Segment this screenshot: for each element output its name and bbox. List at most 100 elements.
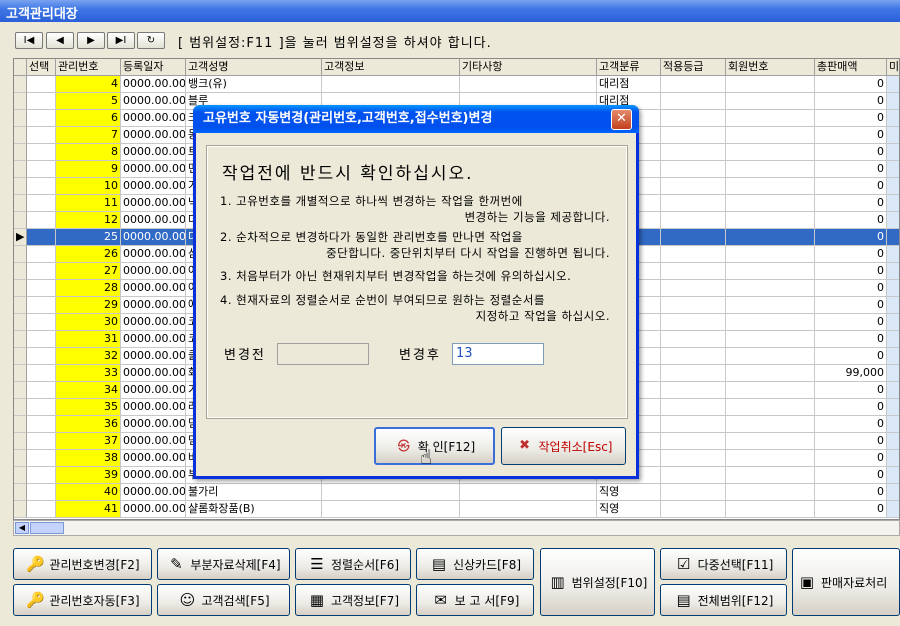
cell-next-col[interactable] xyxy=(887,433,899,450)
cell-member-no[interactable] xyxy=(726,365,815,382)
cell-grade[interactable] xyxy=(661,365,726,382)
cell-select[interactable] xyxy=(27,127,56,144)
header-mgmt-no[interactable]: 관리번호 xyxy=(56,59,121,76)
horizontal-scrollbar[interactable]: ◀ xyxy=(13,520,900,536)
cell-member-no[interactable] xyxy=(726,450,815,467)
cell-reg-date[interactable]: 0000.00.00 xyxy=(121,365,186,382)
cell-member-no[interactable] xyxy=(726,314,815,331)
cell-grade[interactable] xyxy=(661,280,726,297)
cell-grade[interactable] xyxy=(661,110,726,127)
credit-card-button[interactable]: ▤ 신상카드[F8] xyxy=(416,548,534,580)
cell-total-sales[interactable]: 0 xyxy=(815,382,887,399)
cell-notes[interactable] xyxy=(460,76,597,93)
row-indicator[interactable] xyxy=(14,433,27,450)
cell-member-no[interactable] xyxy=(726,110,815,127)
cell-select[interactable] xyxy=(27,433,56,450)
cell-mgmt-no[interactable]: 26 xyxy=(56,246,121,263)
cell-select[interactable] xyxy=(27,280,56,297)
cell-select[interactable] xyxy=(27,450,56,467)
cell-next-col[interactable] xyxy=(887,76,899,93)
row-indicator[interactable] xyxy=(14,365,27,382)
cell-reg-date[interactable]: 0000.00.00 xyxy=(121,382,186,399)
cell-total-sales[interactable]: 0 xyxy=(815,144,887,161)
cell-select[interactable] xyxy=(27,484,56,501)
row-indicator[interactable] xyxy=(14,161,27,178)
cell-reg-date[interactable]: 0000.00.00 xyxy=(121,127,186,144)
cell-total-sales[interactable]: 0 xyxy=(815,314,887,331)
cell-grade[interactable] xyxy=(661,399,726,416)
all-range-button[interactable]: ▤ 전체범위[F12] xyxy=(660,584,787,616)
cell-mgmt-no[interactable]: 35 xyxy=(56,399,121,416)
cell-next-col[interactable] xyxy=(887,246,899,263)
cell-member-no[interactable] xyxy=(726,297,815,314)
header-member-no[interactable]: 회원번호 xyxy=(726,59,815,76)
cell-select[interactable] xyxy=(27,467,56,484)
cell-total-sales[interactable]: 0 xyxy=(815,280,887,297)
cell-member-no[interactable] xyxy=(726,484,815,501)
cell-mgmt-no[interactable]: 25 xyxy=(56,229,121,246)
partial-delete-button[interactable]: ✎ 부분자료삭제[F4] xyxy=(157,548,290,580)
row-indicator[interactable] xyxy=(14,195,27,212)
cell-member-no[interactable] xyxy=(726,331,815,348)
cell-select[interactable] xyxy=(27,263,56,280)
cell-reg-date[interactable]: 0000.00.00 xyxy=(121,246,186,263)
cell-mgmt-no[interactable]: 36 xyxy=(56,416,121,433)
cell-grade[interactable] xyxy=(661,501,726,518)
cell-member-no[interactable] xyxy=(726,127,815,144)
cell-grade[interactable] xyxy=(661,144,726,161)
cancel-button[interactable]: ✖ 작업취소[Esc] xyxy=(501,427,626,465)
cell-next-col[interactable] xyxy=(887,144,899,161)
cell-mgmt-no[interactable]: 28 xyxy=(56,280,121,297)
row-indicator[interactable] xyxy=(14,314,27,331)
cell-next-col[interactable] xyxy=(887,365,899,382)
row-indicator[interactable] xyxy=(14,382,27,399)
cell-grade[interactable] xyxy=(661,161,726,178)
refresh-button[interactable]: ↻ xyxy=(137,32,165,49)
row-indicator[interactable] xyxy=(14,416,27,433)
cell-mgmt-no[interactable]: 40 xyxy=(56,484,121,501)
header-notes[interactable]: 기타사항 xyxy=(460,59,597,76)
last-record-button[interactable]: ▶I xyxy=(107,32,135,49)
cell-customer-name[interactable]: 샬롬화장품(B) xyxy=(186,501,322,518)
cell-grade[interactable] xyxy=(661,467,726,484)
cell-grade[interactable] xyxy=(661,178,726,195)
row-indicator[interactable] xyxy=(14,246,27,263)
first-record-button[interactable]: I◀ xyxy=(15,32,43,49)
cell-total-sales[interactable]: 0 xyxy=(815,178,887,195)
cell-total-sales[interactable]: 0 xyxy=(815,212,887,229)
row-indicator[interactable] xyxy=(14,297,27,314)
cell-next-col[interactable] xyxy=(887,93,899,110)
cell-grade[interactable] xyxy=(661,246,726,263)
row-indicator[interactable] xyxy=(14,348,27,365)
cell-total-sales[interactable]: 0 xyxy=(815,450,887,467)
cell-member-no[interactable] xyxy=(726,161,815,178)
scroll-left-icon[interactable]: ◀ xyxy=(15,522,29,534)
cell-total-sales[interactable]: 0 xyxy=(815,297,887,314)
cell-select[interactable] xyxy=(27,195,56,212)
table-row[interactable]: 4 0000.00.00 뱅크(유) 대리점 0 xyxy=(14,76,899,93)
cell-next-col[interactable] xyxy=(887,382,899,399)
cell-next-col[interactable] xyxy=(887,314,899,331)
row-indicator[interactable] xyxy=(14,450,27,467)
cell-next-col[interactable] xyxy=(887,297,899,314)
cell-grade[interactable] xyxy=(661,450,726,467)
cell-total-sales[interactable]: 0 xyxy=(815,501,887,518)
cell-reg-date[interactable]: 0000.00.00 xyxy=(121,433,186,450)
cell-select[interactable] xyxy=(27,297,56,314)
cell-select[interactable] xyxy=(27,76,56,93)
after-field[interactable]: 13 xyxy=(452,343,544,365)
scroll-thumb[interactable] xyxy=(30,522,64,534)
sales-process-button[interactable]: ▣ 판매자료처리 xyxy=(792,548,900,616)
cell-reg-date[interactable]: 0000.00.00 xyxy=(121,450,186,467)
cell-total-sales[interactable]: 0 xyxy=(815,399,887,416)
cell-next-col[interactable] xyxy=(887,229,899,246)
cell-reg-date[interactable]: 0000.00.00 xyxy=(121,484,186,501)
table-row[interactable]: 40 0000.00.00 불가리 직영 0 xyxy=(14,484,899,501)
cell-mgmt-no[interactable]: 39 xyxy=(56,467,121,484)
cell-customer-class[interactable]: 대리점 xyxy=(597,76,661,93)
cell-member-no[interactable] xyxy=(726,144,815,161)
cell-grade[interactable] xyxy=(661,195,726,212)
cell-reg-date[interactable]: 0000.00.00 xyxy=(121,110,186,127)
before-field[interactable] xyxy=(277,343,369,365)
row-indicator[interactable] xyxy=(14,144,27,161)
